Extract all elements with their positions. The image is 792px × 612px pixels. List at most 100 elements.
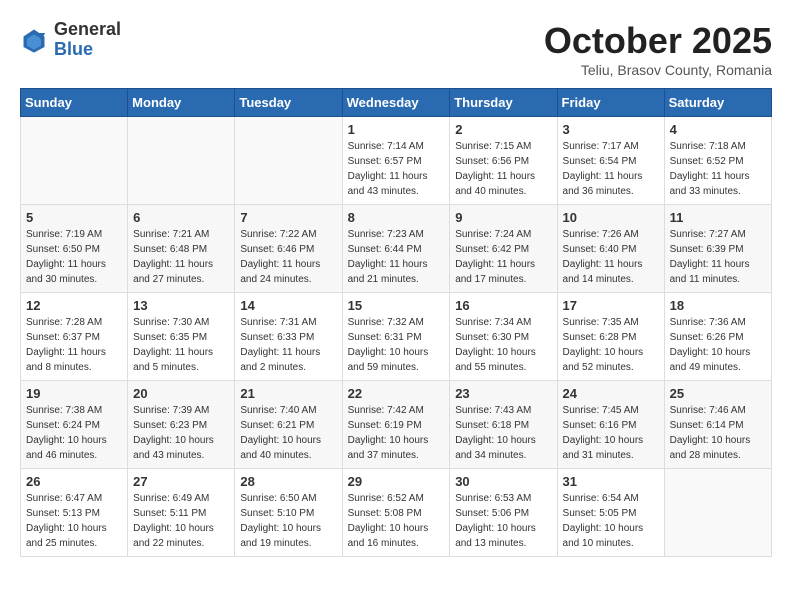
day-number: 2 bbox=[455, 122, 551, 137]
sunrise-label: Sunrise: 7:17 AM bbox=[563, 141, 639, 152]
day-number: 6 bbox=[133, 210, 229, 225]
daylight-label: Daylight: 11 hours and 8 minutes. bbox=[26, 347, 106, 373]
sunrise-label: Sunrise: 7:27 AM bbox=[670, 229, 746, 240]
sunrise-label: Sunrise: 7:34 AM bbox=[455, 317, 531, 328]
sunrise-label: Sunrise: 6:50 AM bbox=[240, 493, 316, 504]
day-info: Sunrise: 7:21 AM Sunset: 6:48 PM Dayligh… bbox=[133, 227, 229, 287]
daylight-label: Daylight: 10 hours and 59 minutes. bbox=[348, 347, 429, 373]
sunset-label: Sunset: 6:37 PM bbox=[26, 332, 100, 343]
logo: General Blue bbox=[20, 20, 121, 60]
day-number: 10 bbox=[563, 210, 659, 225]
daylight-label: Daylight: 10 hours and 55 minutes. bbox=[455, 347, 536, 373]
calendar-week-row: 12 Sunrise: 7:28 AM Sunset: 6:37 PM Dayl… bbox=[21, 293, 772, 381]
sunrise-label: Sunrise: 7:39 AM bbox=[133, 405, 209, 416]
daylight-label: Daylight: 10 hours and 34 minutes. bbox=[455, 435, 536, 461]
day-number: 24 bbox=[563, 386, 659, 401]
sunset-label: Sunset: 6:16 PM bbox=[563, 420, 637, 431]
sunset-label: Sunset: 6:44 PM bbox=[348, 244, 422, 255]
calendar-cell: 24 Sunrise: 7:45 AM Sunset: 6:16 PM Dayl… bbox=[557, 381, 664, 469]
sunrise-label: Sunrise: 7:40 AM bbox=[240, 405, 316, 416]
day-info: Sunrise: 7:15 AM Sunset: 6:56 PM Dayligh… bbox=[455, 139, 551, 199]
day-number: 5 bbox=[26, 210, 122, 225]
daylight-label: Daylight: 10 hours and 10 minutes. bbox=[563, 523, 644, 549]
sunset-label: Sunset: 6:24 PM bbox=[26, 420, 100, 431]
calendar-cell: 28 Sunrise: 6:50 AM Sunset: 5:10 PM Dayl… bbox=[235, 469, 342, 557]
calendar-cell: 8 Sunrise: 7:23 AM Sunset: 6:44 PM Dayli… bbox=[342, 205, 450, 293]
daylight-label: Daylight: 11 hours and 33 minutes. bbox=[670, 171, 750, 197]
calendar-cell: 12 Sunrise: 7:28 AM Sunset: 6:37 PM Dayl… bbox=[21, 293, 128, 381]
calendar-cell: 23 Sunrise: 7:43 AM Sunset: 6:18 PM Dayl… bbox=[450, 381, 557, 469]
calendar-cell: 29 Sunrise: 6:52 AM Sunset: 5:08 PM Dayl… bbox=[342, 469, 450, 557]
day-number: 27 bbox=[133, 474, 229, 489]
sunset-label: Sunset: 6:33 PM bbox=[240, 332, 314, 343]
daylight-label: Daylight: 10 hours and 49 minutes. bbox=[670, 347, 751, 373]
day-info: Sunrise: 7:28 AM Sunset: 6:37 PM Dayligh… bbox=[26, 315, 122, 375]
day-number: 30 bbox=[455, 474, 551, 489]
calendar-cell: 1 Sunrise: 7:14 AM Sunset: 6:57 PM Dayli… bbox=[342, 117, 450, 205]
daylight-label: Daylight: 10 hours and 13 minutes. bbox=[455, 523, 536, 549]
header: General Blue October 2025 Teliu, Brasov … bbox=[20, 20, 772, 78]
sunset-label: Sunset: 6:31 PM bbox=[348, 332, 422, 343]
daylight-label: Daylight: 10 hours and 22 minutes. bbox=[133, 523, 214, 549]
calendar-cell: 27 Sunrise: 6:49 AM Sunset: 5:11 PM Dayl… bbox=[128, 469, 235, 557]
day-number: 9 bbox=[455, 210, 551, 225]
daylight-label: Daylight: 10 hours and 16 minutes. bbox=[348, 523, 429, 549]
day-info: Sunrise: 7:39 AM Sunset: 6:23 PM Dayligh… bbox=[133, 403, 229, 463]
weekday-header: Friday bbox=[557, 89, 664, 117]
daylight-label: Daylight: 10 hours and 25 minutes. bbox=[26, 523, 107, 549]
sunset-label: Sunset: 5:11 PM bbox=[133, 508, 206, 519]
calendar-cell: 4 Sunrise: 7:18 AM Sunset: 6:52 PM Dayli… bbox=[664, 117, 771, 205]
day-info: Sunrise: 7:38 AM Sunset: 6:24 PM Dayligh… bbox=[26, 403, 122, 463]
calendar-cell: 9 Sunrise: 7:24 AM Sunset: 6:42 PM Dayli… bbox=[450, 205, 557, 293]
day-number: 14 bbox=[240, 298, 336, 313]
sunrise-label: Sunrise: 7:24 AM bbox=[455, 229, 531, 240]
calendar-cell: 30 Sunrise: 6:53 AM Sunset: 5:06 PM Dayl… bbox=[450, 469, 557, 557]
calendar-cell: 6 Sunrise: 7:21 AM Sunset: 6:48 PM Dayli… bbox=[128, 205, 235, 293]
daylight-label: Daylight: 11 hours and 43 minutes. bbox=[348, 171, 428, 197]
daylight-label: Daylight: 10 hours and 37 minutes. bbox=[348, 435, 429, 461]
daylight-label: Daylight: 10 hours and 52 minutes. bbox=[563, 347, 644, 373]
daylight-label: Daylight: 11 hours and 17 minutes. bbox=[455, 259, 535, 285]
daylight-label: Daylight: 11 hours and 21 minutes. bbox=[348, 259, 428, 285]
sunset-label: Sunset: 6:42 PM bbox=[455, 244, 529, 255]
calendar-cell: 15 Sunrise: 7:32 AM Sunset: 6:31 PM Dayl… bbox=[342, 293, 450, 381]
calendar-cell: 20 Sunrise: 7:39 AM Sunset: 6:23 PM Dayl… bbox=[128, 381, 235, 469]
day-info: Sunrise: 7:40 AM Sunset: 6:21 PM Dayligh… bbox=[240, 403, 336, 463]
day-number: 13 bbox=[133, 298, 229, 313]
weekday-header: Thursday bbox=[450, 89, 557, 117]
calendar-cell: 13 Sunrise: 7:30 AM Sunset: 6:35 PM Dayl… bbox=[128, 293, 235, 381]
day-number: 22 bbox=[348, 386, 445, 401]
day-number: 1 bbox=[348, 122, 445, 137]
day-info: Sunrise: 7:19 AM Sunset: 6:50 PM Dayligh… bbox=[26, 227, 122, 287]
logo-icon bbox=[20, 26, 48, 54]
calendar-cell: 5 Sunrise: 7:19 AM Sunset: 6:50 PM Dayli… bbox=[21, 205, 128, 293]
sunset-label: Sunset: 6:46 PM bbox=[240, 244, 314, 255]
calendar-cell: 25 Sunrise: 7:46 AM Sunset: 6:14 PM Dayl… bbox=[664, 381, 771, 469]
sunset-label: Sunset: 6:48 PM bbox=[133, 244, 207, 255]
sunset-label: Sunset: 5:05 PM bbox=[563, 508, 637, 519]
sunrise-label: Sunrise: 7:19 AM bbox=[26, 229, 102, 240]
logo-blue: Blue bbox=[54, 40, 121, 60]
calendar-cell: 16 Sunrise: 7:34 AM Sunset: 6:30 PM Dayl… bbox=[450, 293, 557, 381]
day-number: 11 bbox=[670, 210, 766, 225]
sunset-label: Sunset: 6:50 PM bbox=[26, 244, 100, 255]
sunrise-label: Sunrise: 6:54 AM bbox=[563, 493, 639, 504]
sunrise-label: Sunrise: 7:30 AM bbox=[133, 317, 209, 328]
day-number: 7 bbox=[240, 210, 336, 225]
calendar: SundayMondayTuesdayWednesdayThursdayFrid… bbox=[20, 88, 772, 557]
day-info: Sunrise: 7:26 AM Sunset: 6:40 PM Dayligh… bbox=[563, 227, 659, 287]
daylight-label: Daylight: 11 hours and 24 minutes. bbox=[240, 259, 320, 285]
day-number: 23 bbox=[455, 386, 551, 401]
day-info: Sunrise: 7:43 AM Sunset: 6:18 PM Dayligh… bbox=[455, 403, 551, 463]
daylight-label: Daylight: 10 hours and 46 minutes. bbox=[26, 435, 107, 461]
day-info: Sunrise: 7:34 AM Sunset: 6:30 PM Dayligh… bbox=[455, 315, 551, 375]
daylight-label: Daylight: 11 hours and 30 minutes. bbox=[26, 259, 106, 285]
sunrise-label: Sunrise: 7:31 AM bbox=[240, 317, 316, 328]
calendar-cell: 22 Sunrise: 7:42 AM Sunset: 6:19 PM Dayl… bbox=[342, 381, 450, 469]
sunrise-label: Sunrise: 7:22 AM bbox=[240, 229, 316, 240]
sunrise-label: Sunrise: 6:52 AM bbox=[348, 493, 424, 504]
daylight-label: Daylight: 11 hours and 14 minutes. bbox=[563, 259, 643, 285]
calendar-cell: 18 Sunrise: 7:36 AM Sunset: 6:26 PM Dayl… bbox=[664, 293, 771, 381]
daylight-label: Daylight: 11 hours and 2 minutes. bbox=[240, 347, 320, 373]
day-info: Sunrise: 6:54 AM Sunset: 5:05 PM Dayligh… bbox=[563, 491, 659, 551]
